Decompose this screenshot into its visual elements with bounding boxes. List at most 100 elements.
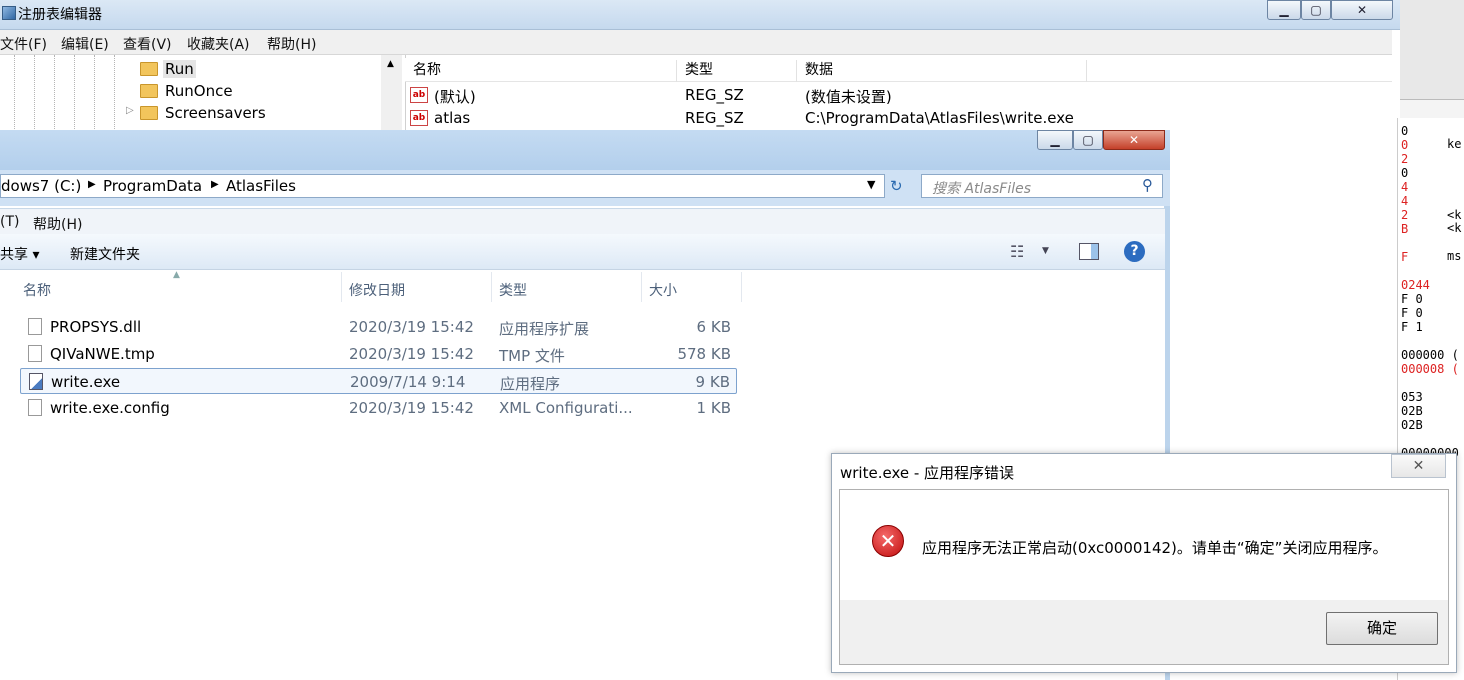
search-input[interactable]: 搜索 AtlasFiles ⚲ (921, 174, 1163, 198)
file-row-write-exe[interactable]: write.exe 2009/7/14 9:14 应用程序 9 KB (20, 368, 737, 394)
menu-help[interactable]: 帮助(H) (267, 34, 316, 54)
explorer-titlebar[interactable]: ▁ ▢ ✕ (0, 130, 1170, 170)
column-divider[interactable] (641, 272, 642, 302)
file-type: 应用程序 (500, 375, 561, 393)
minimize-button[interactable]: ▁ (1037, 130, 1073, 150)
menu-file[interactable]: 文件(F) (0, 34, 47, 54)
column-name[interactable]: 名称 (405, 60, 677, 82)
error-icon: ✕ (872, 525, 904, 557)
address-bar[interactable]: dows7 (C:) ▶ ProgramData ▶ AtlasFiles ▼ (0, 174, 885, 198)
file-name: PROPSYS.dll (50, 318, 142, 336)
debugger-line: 000000 ( (1401, 348, 1459, 362)
close-icon: ✕ (1356, 3, 1368, 17)
folder-icon (140, 62, 158, 76)
folder-icon (140, 106, 158, 120)
folder-icon (140, 84, 158, 98)
column-date-modified[interactable]: 修改日期 (349, 280, 405, 300)
close-icon: ✕ (1128, 133, 1140, 147)
dialog-title: write.exe - 应用程序错误 (840, 464, 1015, 482)
breadcrumb-arrow-icon[interactable]: ▶ (211, 179, 219, 190)
value-data: C:\ProgramData\AtlasFiles\write.exe (805, 109, 1074, 127)
debugger-text: <k (1447, 221, 1462, 235)
search-placeholder: 搜索 AtlasFiles (932, 181, 1032, 197)
value-type: REG_SZ (685, 109, 744, 127)
column-type[interactable]: 类型 (499, 280, 527, 300)
dialog-close-button[interactable]: ✕ (1391, 454, 1446, 478)
close-icon: ✕ (1412, 458, 1425, 474)
column-type[interactable]: 类型 (677, 60, 797, 82)
breadcrumb-atlasfiles[interactable]: AtlasFiles (226, 177, 296, 195)
maximize-icon: ▢ (1082, 133, 1094, 147)
search-icon[interactable]: ⚲ (1142, 176, 1153, 194)
registry-value-row[interactable]: ab atlas REG_SZ C:\ProgramData\AtlasFile… (410, 108, 1110, 130)
column-divider[interactable] (491, 272, 492, 302)
maximize-button[interactable]: ▢ (1301, 0, 1331, 20)
address-dropdown-icon[interactable]: ▼ (867, 178, 875, 191)
menu-edit[interactable]: 编辑(E) (61, 34, 109, 54)
file-name: write.exe.config (50, 399, 170, 417)
value-type: REG_SZ (685, 86, 744, 104)
refresh-icon[interactable]: ↻ (890, 177, 903, 195)
tree-item-label: Screensavers (165, 104, 266, 122)
minimize-icon: ▁ (1050, 133, 1060, 147)
tree-scrollbar[interactable]: ▲ (381, 55, 402, 135)
file-size: 1 KB (696, 399, 731, 417)
column-divider[interactable] (341, 272, 342, 302)
config-file-icon (28, 399, 42, 416)
column-data[interactable]: 数据 (797, 60, 1087, 82)
menu-tools[interactable]: (T) (0, 214, 19, 230)
share-button[interactable]: 共享 ▾ (0, 244, 39, 264)
column-divider[interactable] (741, 272, 742, 302)
debugger-line: 02B (1401, 404, 1423, 418)
debugger-line: F 1 (1401, 320, 1423, 334)
expand-arrow-icon[interactable]: ▷ (126, 105, 134, 116)
maximize-button[interactable]: ▢ (1073, 130, 1103, 150)
scroll-up-icon[interactable]: ▲ (387, 59, 394, 69)
string-value-icon: ab (410, 87, 428, 103)
string-value-icon: ab (410, 110, 428, 126)
breadcrumb-drive[interactable]: dows7 (C:) (1, 177, 81, 195)
tree-item-label: RunOnce (165, 82, 233, 100)
file-row-propsys[interactable]: PROPSYS.dll 2020/3/19 15:42 应用程序扩展 6 KB (20, 314, 737, 340)
view-dropdown-icon[interactable]: ▼ (1042, 246, 1049, 256)
debugger-line: B (1401, 222, 1409, 236)
file-type: XML Configurati... (499, 399, 633, 417)
minimize-button[interactable]: ▁ (1267, 0, 1301, 20)
debugger-line: 0244 (1401, 278, 1430, 292)
registry-titlebar[interactable]: 注册表编辑器 ▁ ▢ ✕ (0, 0, 1400, 30)
menu-favorites[interactable]: 收藏夹(A) (187, 34, 250, 54)
registry-value-row[interactable]: ab (默认) REG_SZ (数值未设置) (410, 85, 1110, 107)
help-icon[interactable]: ? (1124, 241, 1145, 262)
debugger-line: F 0 (1401, 306, 1423, 320)
file-type: TMP 文件 (499, 347, 565, 365)
debugger-line: 053 (1401, 390, 1423, 404)
file-date: 2020/3/19 15:42 (349, 345, 474, 363)
breadcrumb-arrow-icon[interactable]: ▶ (88, 179, 96, 190)
file-date: 2020/3/19 15:42 (349, 318, 474, 336)
preview-pane-icon[interactable] (1079, 243, 1099, 260)
column-size[interactable]: 大小 (649, 280, 677, 300)
tmp-file-icon (28, 345, 42, 362)
new-folder-button[interactable]: 新建文件夹 (70, 244, 140, 264)
regedit-icon (2, 6, 16, 20)
file-row-write-exe-config[interactable]: write.exe.config 2020/3/19 15:42 XML Con… (20, 395, 737, 421)
ok-button[interactable]: 确定 (1326, 612, 1438, 645)
close-button[interactable]: ✕ (1331, 0, 1393, 20)
file-date: 2020/3/19 15:42 (349, 399, 474, 417)
file-type: 应用程序扩展 (499, 320, 590, 338)
menu-help[interactable]: 帮助(H) (33, 214, 82, 234)
maximize-icon: ▢ (1310, 3, 1322, 17)
view-options-icon[interactable]: ☷ (1010, 242, 1024, 261)
breadcrumb-programdata[interactable]: ProgramData (103, 177, 202, 195)
registry-window-title: 注册表编辑器 (18, 7, 102, 23)
registry-menubar: 文件(F) 编辑(E) 查看(V) 收藏夹(A) 帮助(H) (0, 30, 1392, 55)
file-size: 9 KB (695, 373, 730, 391)
file-row-qivanwe[interactable]: QIVaNWE.tmp 2020/3/19 15:42 TMP 文件 578 K… (20, 341, 737, 367)
debugger-line: 0 (1401, 166, 1409, 180)
close-button[interactable]: ✕ (1103, 130, 1165, 150)
column-name[interactable]: 名称 (23, 280, 51, 300)
menu-view[interactable]: 查看(V) (123, 34, 172, 54)
debugger-line: 0 (1401, 138, 1409, 152)
debugger-line: 02B (1401, 418, 1423, 432)
file-name: write.exe (51, 373, 121, 391)
